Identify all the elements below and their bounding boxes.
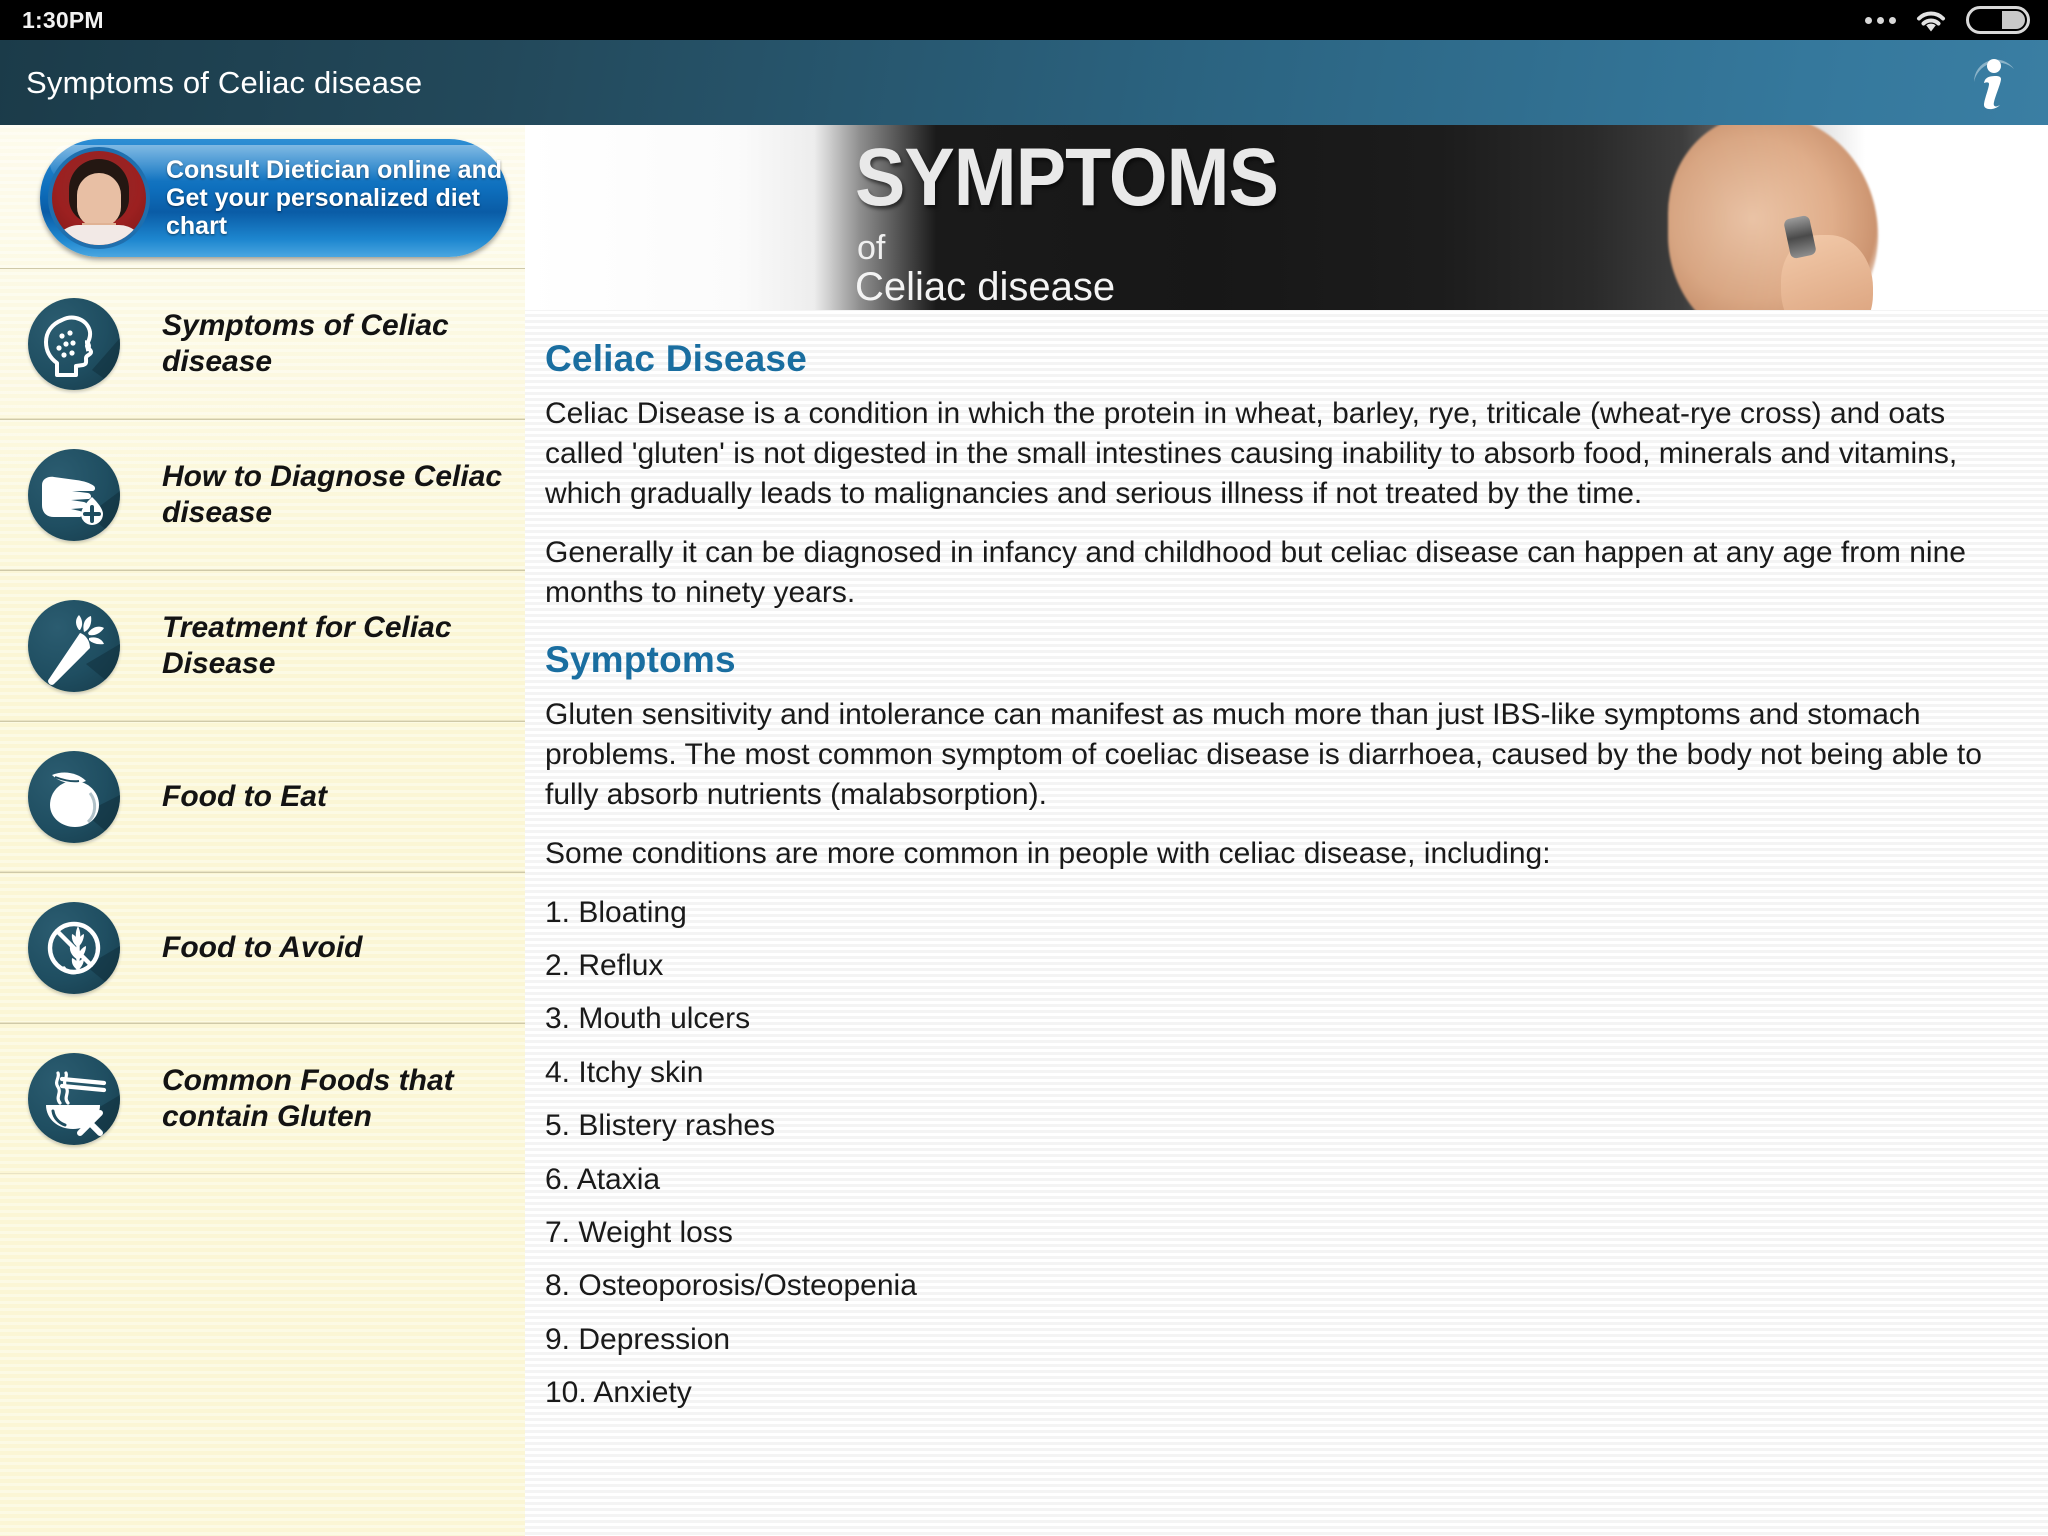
list-item: 6. Ataxia bbox=[545, 1162, 661, 1196]
paragraph: Some conditions are more common in peopl… bbox=[545, 836, 1551, 870]
no-wheat-icon bbox=[28, 901, 120, 994]
sidebar-item-label: Food to Eat bbox=[162, 779, 327, 813]
hero-title: SYMPTOMS bbox=[855, 132, 1279, 223]
sidebar-item-food-to-avoid[interactable]: Food to Avoid bbox=[0, 872, 525, 1023]
promo-line-1: Consult Dietician online and bbox=[166, 156, 503, 184]
list-item: 10. Anxiety bbox=[545, 1376, 692, 1410]
mango-fruit-icon bbox=[28, 750, 120, 843]
section-heading-celiac-disease: Celiac Disease bbox=[545, 338, 807, 379]
sidebar-item-symptoms[interactable]: Symptoms of Celiac disease bbox=[0, 268, 525, 419]
info-icon[interactable] bbox=[1966, 52, 2022, 114]
carrot-icon bbox=[28, 599, 120, 692]
status-icons bbox=[1865, 6, 2030, 34]
wifi-icon bbox=[1914, 7, 1948, 33]
paragraph: Gluten sensitivity and intolerance can m… bbox=[545, 697, 1982, 812]
article-pane[interactable]: SYMPTOMS of Celiac disease Celiac Diseas… bbox=[525, 125, 2048, 1536]
status-bar: 1:30PM bbox=[0, 0, 2048, 40]
list-item: 8. Osteoporosis/Osteopenia bbox=[545, 1269, 917, 1303]
page-title: Symptoms of Celiac disease bbox=[26, 64, 423, 100]
list-item: 4. Itchy skin bbox=[545, 1055, 704, 1089]
sidebar-item-label: How to Diagnose Celiac disease bbox=[162, 460, 503, 529]
battery-icon bbox=[1966, 6, 2030, 34]
section-heading-symptoms: Symptoms bbox=[545, 638, 736, 680]
hero-subtitle: Celiac disease bbox=[855, 265, 1116, 309]
list-item: 5. Blistery rashes bbox=[545, 1109, 776, 1143]
list-item: 3. Mouth ulcers bbox=[545, 1002, 751, 1036]
dietician-avatar bbox=[48, 147, 150, 249]
promo-line-2: Get your personalized diet chart bbox=[166, 184, 480, 240]
sidebar-item-label: Common Foods that contain Gluten bbox=[162, 1064, 454, 1133]
noodle-bowl-chopsticks-icon bbox=[28, 1052, 120, 1145]
promo-banner[interactable]: Consult Dietician online and Get your pe… bbox=[0, 125, 525, 268]
promo-text: Consult Dietician online and Get your pe… bbox=[166, 156, 508, 240]
finger-blood-drop-icon bbox=[28, 448, 120, 541]
list-item: 9. Depression bbox=[545, 1322, 731, 1356]
head-rash-icon bbox=[28, 297, 120, 390]
app-bar: Symptoms of Celiac disease bbox=[0, 40, 2048, 125]
content-area: Consult Dietician online and Get your pe… bbox=[0, 125, 2048, 1536]
more-dots-icon bbox=[1865, 16, 1896, 24]
sidebar-item-diagnose[interactable]: How to Diagnose Celiac disease bbox=[0, 419, 525, 570]
sidebar-item-label: Food to Avoid bbox=[162, 930, 363, 964]
sidebar-item-food-to-eat[interactable]: Food to Eat bbox=[0, 721, 525, 872]
hero-of-label: of bbox=[857, 229, 886, 267]
sidebar-menu[interactable]: Consult Dietician online and Get your pe… bbox=[0, 125, 525, 1536]
sidebar-item-common-foods[interactable]: Common Foods that contain Gluten bbox=[0, 1023, 525, 1174]
list-item: 1. Bloating bbox=[545, 895, 687, 929]
article-body: Celiac Disease Celiac Disease is a condi… bbox=[525, 310, 2048, 1414]
paragraph: Celiac Disease is a condition in which t… bbox=[545, 397, 1958, 511]
sidebar-item-treatment[interactable]: Treatment for Celiac Disease bbox=[0, 570, 525, 721]
sidebar-item-label: Treatment for Celiac Disease bbox=[162, 611, 452, 680]
list-item: 7. Weight loss bbox=[545, 1216, 733, 1250]
list-item: 2. Reflux bbox=[545, 949, 664, 983]
paragraph: Generally it can be diagnosed in infancy… bbox=[545, 535, 1966, 609]
symptom-list: 1. Bloating 2. Reflux 3. Mouth ulcers 4.… bbox=[545, 892, 2020, 1414]
hero-image: SYMPTOMS of Celiac disease bbox=[525, 125, 2048, 310]
sidebar-item-label: Symptoms of Celiac disease bbox=[162, 309, 449, 378]
status-clock: 1:30PM bbox=[22, 6, 104, 33]
